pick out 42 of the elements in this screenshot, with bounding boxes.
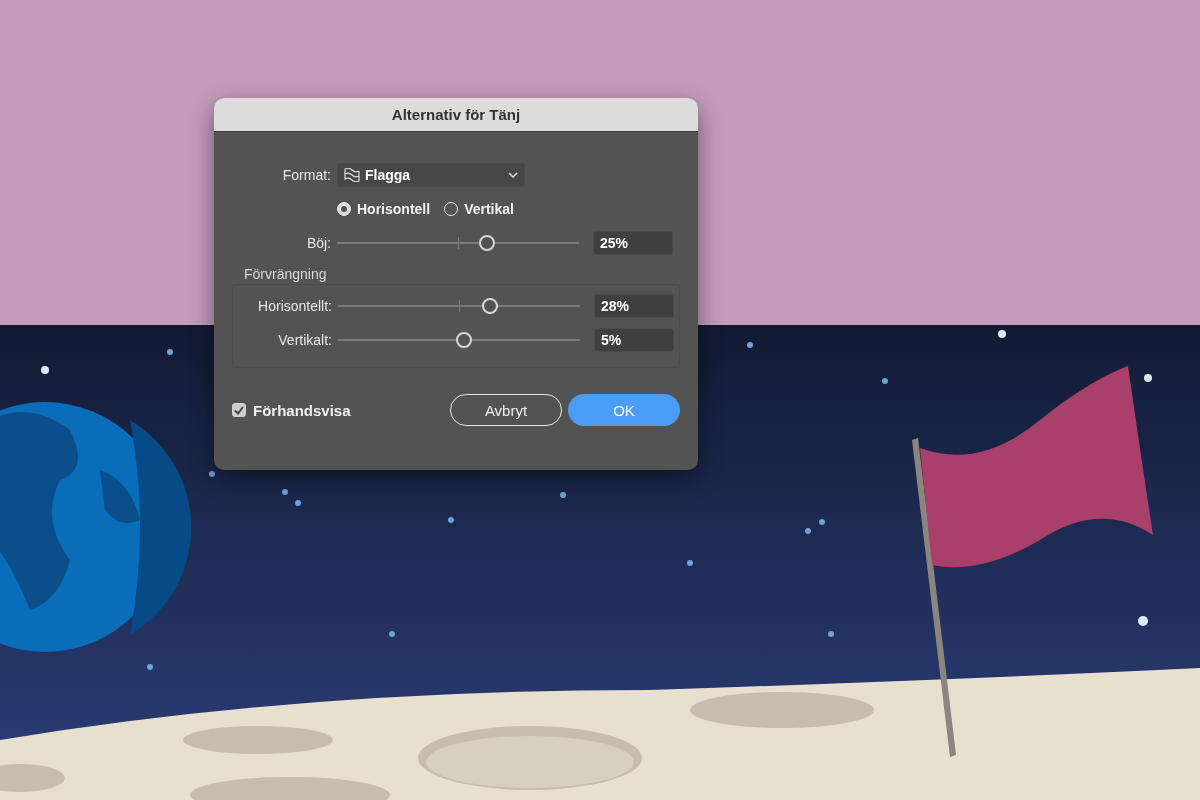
star-dot: [828, 631, 834, 637]
value-field[interactable]: 5%: [594, 328, 674, 352]
tick-mark: [459, 300, 460, 312]
star-dot: [819, 519, 825, 525]
cancel-button[interactable]: Avbryt: [450, 394, 562, 426]
radio-option[interactable]: Vertikal: [444, 201, 514, 217]
star-dot: [295, 500, 301, 506]
star-dot: [805, 528, 811, 534]
value-field[interactable]: 28%: [594, 294, 674, 318]
star-dot: [147, 664, 153, 670]
star-dot: [389, 631, 395, 637]
star-dot: [687, 560, 693, 566]
star-dot: [209, 471, 215, 477]
bend-slider[interactable]: [337, 235, 579, 251]
star-dot: [998, 330, 1006, 338]
star-dot: [882, 378, 888, 384]
value-field[interactable]: 25%: [593, 231, 673, 255]
star-dot: [560, 492, 566, 498]
slider-thumb[interactable]: [479, 235, 496, 251]
star-dot: [747, 342, 753, 348]
slider-label: Horisontellt:: [257, 298, 332, 314]
star-dot: [448, 517, 454, 523]
star-dot: [282, 489, 288, 495]
format-dropdown[interactable]: Flagga: [337, 163, 525, 187]
group-title: Förvrängning: [244, 266, 328, 284]
chevron-down-icon: [508, 172, 518, 178]
radio-option[interactable]: Horisontell: [337, 201, 431, 217]
star-dot: [167, 349, 173, 355]
preview-checkbox[interactable]: Förhandsvisa: [232, 401, 351, 419]
slider-thumb[interactable]: [455, 332, 472, 348]
star-dot: [1138, 616, 1148, 626]
format-label: Format:: [281, 167, 331, 183]
star-dot: [41, 366, 49, 374]
wave-icon: [344, 168, 360, 182]
distortion-slider[interactable]: [338, 298, 580, 314]
slider-label: Böj:: [305, 235, 331, 251]
star-dot: [1144, 374, 1152, 382]
distortion-slider[interactable]: [338, 332, 580, 348]
slider-label: Vertikalt:: [277, 332, 332, 348]
dialog-title: Alternativ för Tänj: [391, 106, 521, 123]
slider-thumb[interactable]: [482, 298, 499, 314]
tick-mark: [458, 237, 459, 249]
